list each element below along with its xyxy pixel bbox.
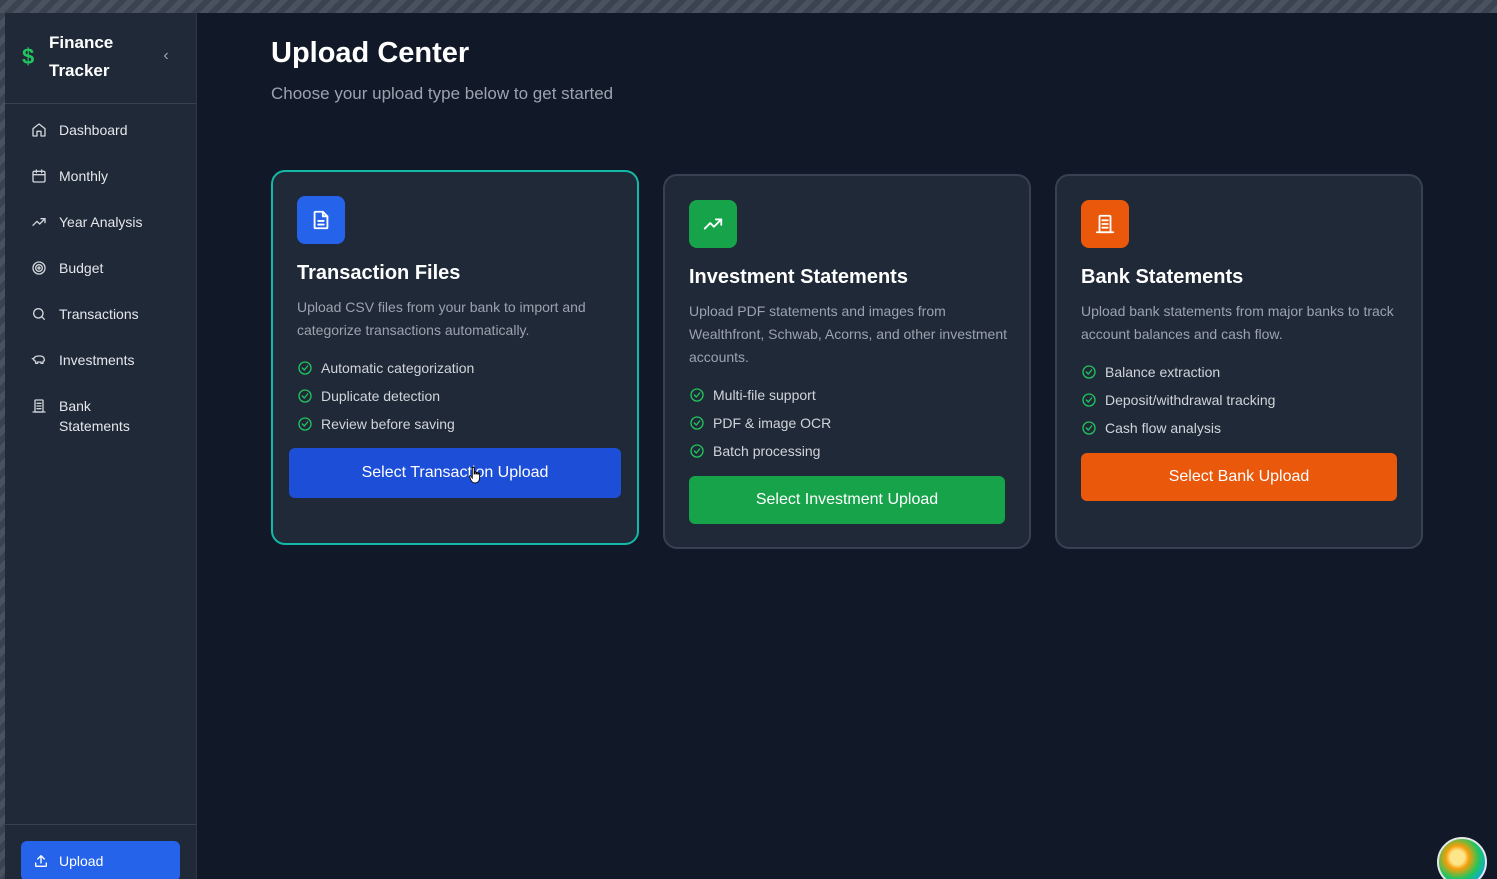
sidebar-item-label: Transactions [59, 306, 139, 322]
feature-item: Duplicate detection [297, 382, 617, 410]
bank-statements-card[interactable]: Bank Statements Upload bank statements f… [1055, 174, 1423, 549]
sidebar-item-label: Bank Statements [59, 398, 130, 434]
feature-text: PDF & image OCR [713, 415, 832, 431]
calendar-icon [32, 169, 46, 183]
sidebar-item-investments[interactable]: Investments [21, 337, 181, 383]
feature-item: PDF & image OCR [689, 409, 1009, 437]
check-circle-icon [1082, 393, 1096, 407]
brand-header: $ Finance Tracker ‹ [5, 13, 196, 104]
select-transaction-upload-button[interactable]: Select Transaction Upload [289, 448, 621, 498]
sidebar-item-budget[interactable]: Budget [21, 245, 181, 291]
sidebar-item-label: Dashboard [59, 122, 128, 138]
feature-item: Balance extraction [1081, 358, 1401, 386]
sidebar-item-label: Budget [59, 260, 104, 276]
app-title: Finance Tracker [49, 33, 114, 80]
dollar-icon: $ [22, 44, 35, 69]
sidebar-item-bank-statements[interactable]: Bank Statements [21, 383, 181, 449]
feature-text: Review before saving [321, 416, 455, 432]
select-bank-upload-button[interactable]: Select Bank Upload [1081, 453, 1397, 501]
window-top-strip [0, 0, 1497, 13]
search-icon [33, 308, 45, 320]
feature-text: Deposit/withdrawal tracking [1105, 392, 1276, 408]
check-circle-icon [690, 416, 704, 430]
feature-text: Automatic categorization [321, 360, 475, 376]
feature-text: Duplicate detection [321, 388, 441, 404]
feature-text: Cash flow analysis [1105, 420, 1221, 436]
sidebar-item-transactions[interactable]: Transactions [21, 291, 181, 337]
trending-up-icon [32, 218, 46, 226]
home-icon [32, 123, 46, 137]
check-circle-icon [298, 389, 312, 403]
feature-item: Multi-file support [689, 381, 1009, 409]
sidebar-item-monthly[interactable]: Monthly [21, 153, 181, 199]
card-title: Investment Statements [689, 266, 908, 288]
feature-item: Automatic categorization [297, 354, 617, 382]
page-title: Upload Center [271, 37, 470, 69]
hand-cursor-icon [469, 466, 481, 484]
card-description: Upload bank statements from major banks … [1081, 303, 1394, 342]
avatar[interactable] [1437, 837, 1487, 879]
check-circle-icon [1082, 421, 1096, 435]
sidebar-footer: Upload [5, 824, 196, 879]
card-description: Upload PDF statements and images from We… [689, 303, 1008, 365]
card-title: Bank Statements [1081, 266, 1244, 288]
check-circle-icon [298, 417, 312, 431]
feature-text: Batch processing [713, 443, 821, 459]
sidebar-nav: Dashboard Monthly Year Analysis Budget T… [21, 107, 181, 449]
select-investment-upload-button[interactable]: Select Investment Upload [689, 476, 1005, 524]
feature-text: Multi-file support [713, 387, 816, 403]
feature-text: Balance extraction [1105, 364, 1221, 380]
feature-item: Cash flow analysis [1081, 414, 1401, 442]
file-text-icon [297, 196, 345, 244]
check-circle-icon [690, 444, 704, 458]
transaction-files-card[interactable]: Transaction Files Upload CSV files from … [271, 170, 639, 545]
piggy-bank-icon [31, 355, 45, 364]
upload-icon [35, 855, 47, 867]
bank-statement-icon [1081, 200, 1129, 248]
feature-item: Review before saving [297, 410, 617, 438]
upload-button-label: Upload [59, 853, 104, 869]
check-circle-icon [1082, 365, 1096, 379]
sidebar-item-label: Investments [59, 352, 135, 368]
bank-statement-icon [32, 399, 46, 413]
page-subtitle: Choose your upload type below to get sta… [271, 84, 614, 103]
feature-item: Batch processing [689, 437, 1009, 465]
check-circle-icon [298, 361, 312, 375]
sidebar-item-label: Year Analysis [59, 214, 143, 230]
sidebar-item-label: Monthly [59, 168, 109, 184]
feature-list: Automatic categorization Duplicate detec… [297, 354, 617, 438]
feature-item: Deposit/withdrawal tracking [1081, 386, 1401, 414]
card-title: Transaction Files [297, 262, 461, 284]
card-description: Upload CSV files from your bank to impor… [297, 299, 586, 338]
target-icon [32, 261, 46, 275]
investment-statements-card[interactable]: Investment Statements Upload PDF stateme… [663, 174, 1031, 549]
feature-list: Balance extraction Deposit/withdrawal tr… [1081, 358, 1401, 442]
sidebar-item-dashboard[interactable]: Dashboard [21, 107, 181, 153]
sidebar-item-year-analysis[interactable]: Year Analysis [21, 199, 181, 245]
trending-up-icon [689, 200, 737, 248]
upload-button[interactable]: Upload [21, 841, 180, 879]
check-circle-icon [690, 388, 704, 402]
chevron-left-icon[interactable]: ‹ [157, 47, 175, 65]
feature-list: Multi-file support PDF & image OCR Batch… [689, 381, 1009, 465]
sidebar: $ Finance Tracker ‹ Dashboard Monthly Ye… [5, 13, 197, 879]
